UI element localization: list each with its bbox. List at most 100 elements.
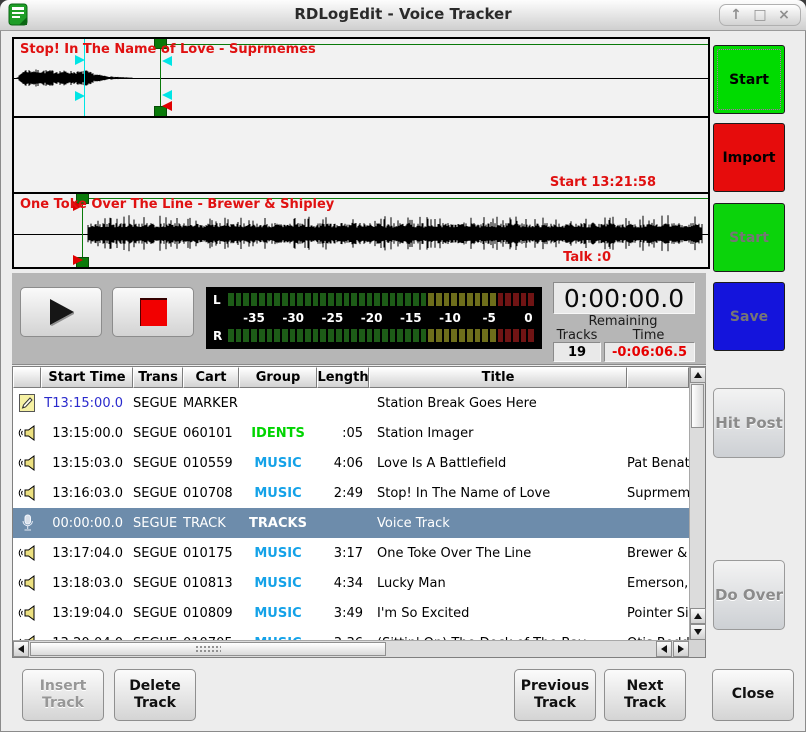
close-window-icon[interactable]: × [774, 6, 794, 24]
track2-start-marker-bottom[interactable] [73, 255, 83, 265]
speaker-icon [13, 605, 41, 621]
track2-title: One Toke Over The Line - Brewer & Shiple… [20, 197, 334, 212]
segue-marker-bottom[interactable] [162, 90, 172, 100]
scroll-left-icon[interactable] [13, 641, 29, 657]
vu-scale: -35-30-25-20-15-10-50 [228, 311, 534, 325]
table-row[interactable]: 13:17:04.0SEGUE010175MUSIC3:17One Toke O… [13, 538, 689, 568]
vu-scale-tick: 0 [524, 311, 532, 325]
table-row[interactable]: T13:15:00.0SEGUEMARKERStation Break Goes… [13, 388, 689, 418]
speaker-icon [13, 545, 41, 561]
maximize-window-icon[interactable]: □ [750, 6, 770, 24]
start-point-marker[interactable] [162, 101, 172, 111]
window-title: RDLogEdit - Voice Tracker [0, 5, 806, 23]
shade-window-icon[interactable]: ↑ [726, 6, 746, 24]
cell-title: Love Is A Battlefield [369, 456, 627, 471]
track1-title: Stop! In The Name of Love - Suprmemes [20, 42, 316, 57]
previous-track-button[interactable]: Previous Track [514, 669, 596, 721]
vertical-scrollbar-thumb[interactable] [691, 384, 704, 428]
column-header-cart[interactable]: Cart [183, 367, 239, 388]
transport-strip: L -35-30-25-20-15-10-50 R 0:00:00.0 Rema… [12, 273, 706, 365]
column-header-trans[interactable]: Trans [133, 367, 183, 388]
cell-cart: 010708 [183, 486, 239, 501]
cell-title: Lucky Man [369, 576, 627, 591]
vu-right-bar [228, 329, 534, 342]
scroll-up-icon[interactable] [690, 367, 706, 383]
cell-group: MUSIC [239, 606, 317, 621]
cell-title: Station Imager [369, 426, 627, 441]
close-button[interactable]: Close [712, 669, 794, 721]
scroll-down-icon[interactable] [690, 624, 706, 640]
save-button[interactable]: Save [713, 282, 785, 351]
start-time-label: Start 13:21:58 [550, 175, 656, 190]
cell-artist: Brewer & Sh [627, 546, 689, 561]
speaker-icon [13, 455, 41, 471]
column-header-group[interactable]: Group [239, 367, 317, 388]
cell-trans: SEGUE [133, 516, 183, 531]
table-row-selected[interactable]: 00:00:00.0SEGUETRACKTRACKSVoice Track [13, 508, 689, 538]
scrollbar-corner [689, 640, 705, 657]
table-row[interactable]: 13:19:04.0SEGUE010809MUSIC3:49I'm So Exc… [13, 598, 689, 628]
column-header-title[interactable]: Title [369, 367, 627, 388]
vu-left-label: L [213, 293, 221, 307]
start-record-button[interactable]: Start [713, 45, 785, 114]
cell-length: :05 [317, 426, 369, 441]
vu-scale-tick: -35 [243, 311, 265, 325]
cell-start-time: 13:18:03.0 [41, 576, 133, 591]
horizontal-scrollbar[interactable] [13, 640, 689, 657]
vu-scale-tick: -20 [361, 311, 383, 325]
do-over-button[interactable]: Do Over [713, 560, 785, 630]
table-row[interactable]: 13:16:03.0SEGUE010708MUSIC2:49Stop! In T… [13, 478, 689, 508]
vu-scale-tick: -30 [282, 311, 304, 325]
table-row[interactable]: 13:20:04.0SEGUE010705MUSIC3:36(Sittin' O… [13, 628, 689, 640]
horizontal-scrollbar-thumb[interactable] [30, 642, 386, 656]
vu-scale-tick: -25 [322, 311, 344, 325]
cell-start-time: 13:15:03.0 [41, 456, 133, 471]
cell-title: Station Break Goes Here [369, 396, 627, 411]
column-header-length[interactable]: Length [317, 367, 369, 388]
table-row[interactable]: 13:15:00.0SEGUE060101IDENTS:05Station Im… [13, 418, 689, 448]
cell-cart: 010809 [183, 606, 239, 621]
window-controls: ↑ □ × [719, 4, 801, 26]
start-play-button[interactable]: Start [713, 203, 785, 272]
column-header-artist[interactable] [627, 367, 689, 388]
vertical-scrollbar[interactable] [689, 367, 705, 640]
speaker-icon [13, 425, 41, 441]
cell-group: IDENTS [239, 426, 317, 441]
talk-time-label: Talk :0 [563, 250, 611, 265]
voice-tracker-window: RDLogEdit - Voice Tracker ↑ □ × Stop! In… [0, 0, 806, 732]
table-row[interactable]: 13:18:03.0SEGUE010813MUSIC4:34Lucky ManE… [13, 568, 689, 598]
cell-length: 2:49 [317, 486, 369, 501]
play-button[interactable] [20, 287, 102, 337]
scroll-left-end-icon[interactable] [656, 641, 672, 657]
note-icon [13, 394, 41, 412]
import-button[interactable]: Import [713, 123, 785, 192]
column-header-start-time[interactable]: Start Time [41, 367, 133, 388]
cell-title: Stop! In The Name of Love [369, 486, 627, 501]
track-gap-panel: Start 13:21:58 [14, 118, 708, 194]
hit-post-button[interactable]: Hit Post [713, 388, 785, 458]
vu-left-bar [228, 293, 534, 306]
column-header-icon[interactable] [13, 367, 41, 388]
vu-right-label: R [213, 329, 222, 343]
delete-track-button[interactable]: Delete Track [114, 669, 196, 721]
cell-group: TRACKS [239, 516, 317, 531]
cell-start-time: T13:15:00.0 [41, 396, 133, 411]
cell-start-time: 00:00:00.0 [41, 516, 133, 531]
cell-cart: 010559 [183, 456, 239, 471]
log-table-header: Start Time Trans Cart Group Length Title [13, 367, 689, 388]
cell-group: MUSIC [239, 576, 317, 591]
scroll-right-icon[interactable] [673, 641, 689, 657]
track2-waveform-panel: One Toke Over The Line - Brewer & Shiple… [14, 194, 708, 267]
cell-trans: SEGUE [133, 546, 183, 561]
tracks-remaining-value: 19 [553, 342, 601, 362]
fade-marker-bottom[interactable] [75, 91, 85, 101]
scroll-up-bottom-icon[interactable] [690, 608, 706, 624]
table-row[interactable]: 13:15:03.0SEGUE010559MUSIC4:06Love Is A … [13, 448, 689, 478]
vu-meter: L -35-30-25-20-15-10-50 R [206, 287, 542, 349]
stop-button[interactable] [112, 287, 194, 337]
insert-track-button[interactable]: Insert Track [22, 669, 104, 721]
segue-marker-top[interactable] [162, 56, 172, 66]
cell-cart: TRACK [183, 516, 239, 531]
next-track-button[interactable]: Next Track [604, 669, 686, 721]
cell-length: 4:34 [317, 576, 369, 591]
